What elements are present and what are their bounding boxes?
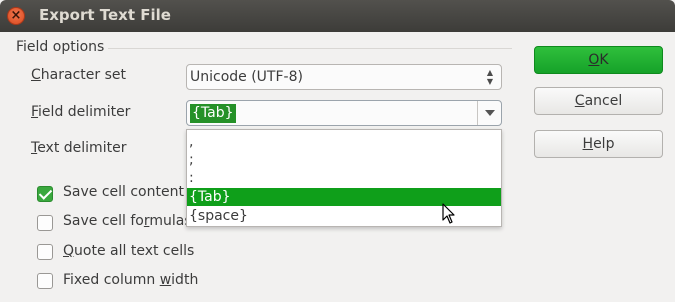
ok-button[interactable]: OK <box>534 46 663 74</box>
quote-all-text-cells-checkbox[interactable] <box>37 244 53 260</box>
chevron-down-icon <box>484 110 495 116</box>
character-set-label: Character set <box>31 67 126 83</box>
text-delimiter-label: Text delimiter <box>31 140 127 156</box>
character-set-select[interactable]: Unicode (UTF-8) ▲ ▼ <box>186 64 502 90</box>
option-semicolon[interactable]: ; <box>187 151 501 169</box>
field-delimiter-dropdown-button[interactable] <box>477 101 501 125</box>
close-icon: × <box>10 8 22 23</box>
save-cell-formulas-label: Save cell formulas <box>63 213 192 229</box>
spin-arrows-icon: ▲ ▼ <box>486 68 494 86</box>
title-bar: × Export Text File <box>0 0 675 32</box>
save-cell-formulas-checkbox[interactable] <box>37 215 53 231</box>
window-title: Export Text File <box>39 6 171 24</box>
fixed-column-width-label: Fixed column width <box>63 272 199 288</box>
help-button[interactable]: Help <box>534 130 663 158</box>
option-colon[interactable]: : <box>187 169 501 187</box>
field-options-heading: Field options <box>16 39 105 55</box>
save-cell-content-label: Save cell content as <box>63 184 205 200</box>
field-delimiter-combobox[interactable]: {Tab} <box>186 100 502 126</box>
cancel-button[interactable]: Cancel <box>534 87 663 115</box>
save-cell-content-checkbox[interactable] <box>37 186 53 202</box>
quote-all-text-cells-label: Quote all text cells <box>63 243 195 259</box>
option-comma[interactable]: , <box>187 133 501 151</box>
field-delimiter-label: Field delimiter <box>31 104 131 120</box>
close-window-button[interactable]: × <box>7 7 25 25</box>
character-set-value: Unicode (UTF-8) <box>190 69 303 85</box>
section-divider <box>108 48 512 49</box>
mouse-pointer-icon <box>442 203 455 224</box>
field-delimiter-input[interactable]: {Tab} <box>190 104 236 123</box>
fixed-column-width-checkbox[interactable] <box>37 273 53 289</box>
